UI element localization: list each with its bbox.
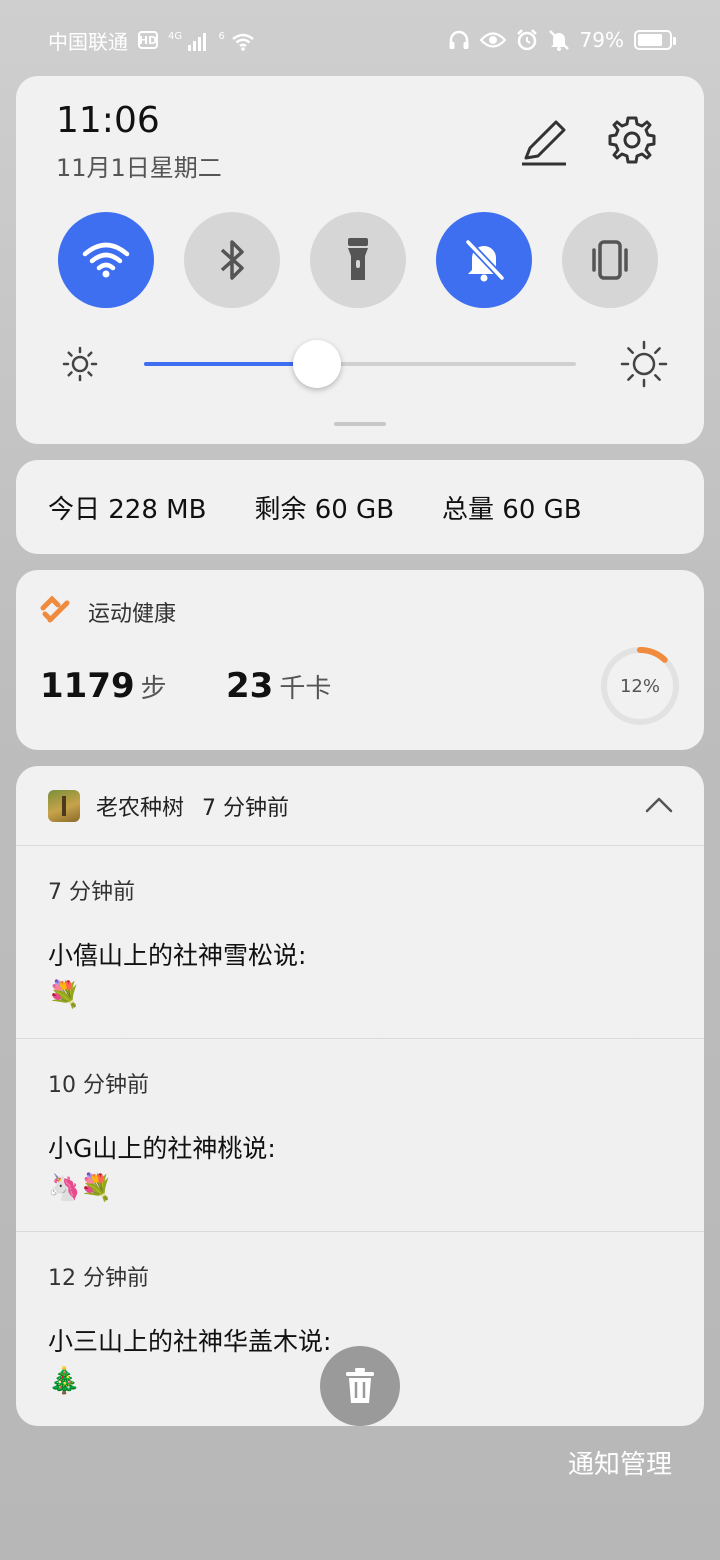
- health-card[interactable]: 运动健康 1179 步 23 千卡 12%: [16, 570, 704, 750]
- status-bar: 中国联通 HD 4G 6 79%: [0, 0, 720, 80]
- vibrate-toggle[interactable]: [562, 212, 658, 308]
- carrier-label: 中国联通: [48, 29, 128, 54]
- wifi-status-icon: 6: [218, 28, 255, 52]
- clear-all-button[interactable]: [320, 1346, 400, 1426]
- brightness-slider-fill: [144, 362, 317, 366]
- flashlight-toggle[interactable]: [310, 212, 406, 308]
- brightness-slider-thumb[interactable]: [292, 340, 341, 388]
- notification-time: 7 分钟前: [48, 880, 135, 905]
- notification-title: 小G山上的社神桃说:: [48, 1134, 276, 1163]
- battery-fill: [638, 34, 662, 46]
- mute-bell-toggle-icon: [465, 239, 505, 282]
- notification-title: 小僖山上的社神雪松说:: [48, 941, 307, 970]
- health-title: 运动健康: [88, 602, 177, 627]
- data-total: 总量 60 GB: [442, 494, 582, 525]
- notification-manage-link[interactable]: 通知管理: [568, 1444, 672, 1481]
- notification-item[interactable]: 10 分钟前 小G山上的社神桃说: 🦄💐: [16, 1039, 704, 1232]
- app-icon: [48, 789, 80, 822]
- wifi-icon: [82, 242, 130, 278]
- wifi-version-label: 6: [218, 31, 225, 42]
- trash-icon: [346, 1368, 374, 1403]
- bluetooth-toggle[interactable]: [184, 212, 280, 308]
- brightness-low-icon: [62, 346, 98, 382]
- health-app-icon: [40, 596, 70, 623]
- silent-toggle[interactable]: [436, 212, 532, 308]
- quick-toggles: [58, 212, 658, 308]
- calories-value: 23: [226, 666, 274, 706]
- hd-badge: HD: [138, 31, 158, 49]
- battery-percent: 79%: [579, 28, 624, 52]
- quick-settings-panel: 11:06 11月1日星期二: [16, 76, 704, 444]
- eye-icon: [479, 32, 506, 48]
- panel-drag-handle[interactable]: [334, 422, 386, 426]
- clock-time: 11:06: [56, 100, 160, 141]
- progress-label: 12%: [619, 675, 660, 697]
- status-left: 中国联通 HD 4G 6: [48, 26, 255, 55]
- notification-emoji: 💐: [48, 980, 81, 1010]
- notification-header[interactable]: 老农种树 7 分钟前: [16, 766, 704, 846]
- steps-value: 1179: [40, 666, 135, 706]
- bluetooth-icon: [220, 240, 244, 280]
- data-today: 今日 228 MB: [48, 494, 207, 525]
- steps-stat: 1179 步: [40, 666, 167, 706]
- vibrate-icon: [592, 240, 628, 280]
- notification-app-name: 老农种树: [96, 795, 185, 821]
- signal-icon: 4G: [168, 28, 208, 52]
- steps-unit: 步: [140, 674, 167, 704]
- notification-item[interactable]: 7 分钟前 小僖山上的社神雪松说: 💐: [16, 846, 704, 1039]
- edit-icon[interactable]: [516, 114, 572, 170]
- notification-time: 12 分钟前: [48, 1266, 149, 1291]
- settings-gear-icon[interactable]: [604, 112, 660, 168]
- data-usage-card[interactable]: 今日 228 MB 剩余 60 GB 总量 60 GB: [16, 460, 704, 554]
- brightness-control: [56, 338, 668, 388]
- notification-emoji: 🦄💐: [48, 1173, 113, 1203]
- headphones-icon: [449, 30, 469, 49]
- clock-date: 11月1日星期二: [56, 154, 222, 182]
- status-right: 79%: [448, 28, 676, 52]
- brightness-slider[interactable]: [144, 340, 576, 388]
- mute-bell-icon: [548, 30, 569, 51]
- calories-stat: 23 千卡: [226, 666, 331, 706]
- alarm-icon: [516, 29, 537, 51]
- battery-icon: [634, 30, 676, 50]
- notification-group[interactable]: 老农种树 7 分钟前 7 分钟前 小僖山上的社神雪松说: 💐 10 分钟前 小G…: [16, 766, 704, 1426]
- flashlight-icon: [348, 238, 368, 280]
- brightness-high-icon: [620, 340, 668, 388]
- data-remaining: 剩余 60 GB: [254, 494, 395, 525]
- notification-header-time: 7 分钟前: [202, 795, 290, 821]
- calories-unit: 千卡: [279, 674, 332, 704]
- wifi-toggle[interactable]: [58, 212, 154, 308]
- notification-time: 10 分钟前: [48, 1073, 149, 1098]
- network-type-label: 4G: [168, 31, 183, 42]
- chevron-up-icon[interactable]: [644, 790, 674, 820]
